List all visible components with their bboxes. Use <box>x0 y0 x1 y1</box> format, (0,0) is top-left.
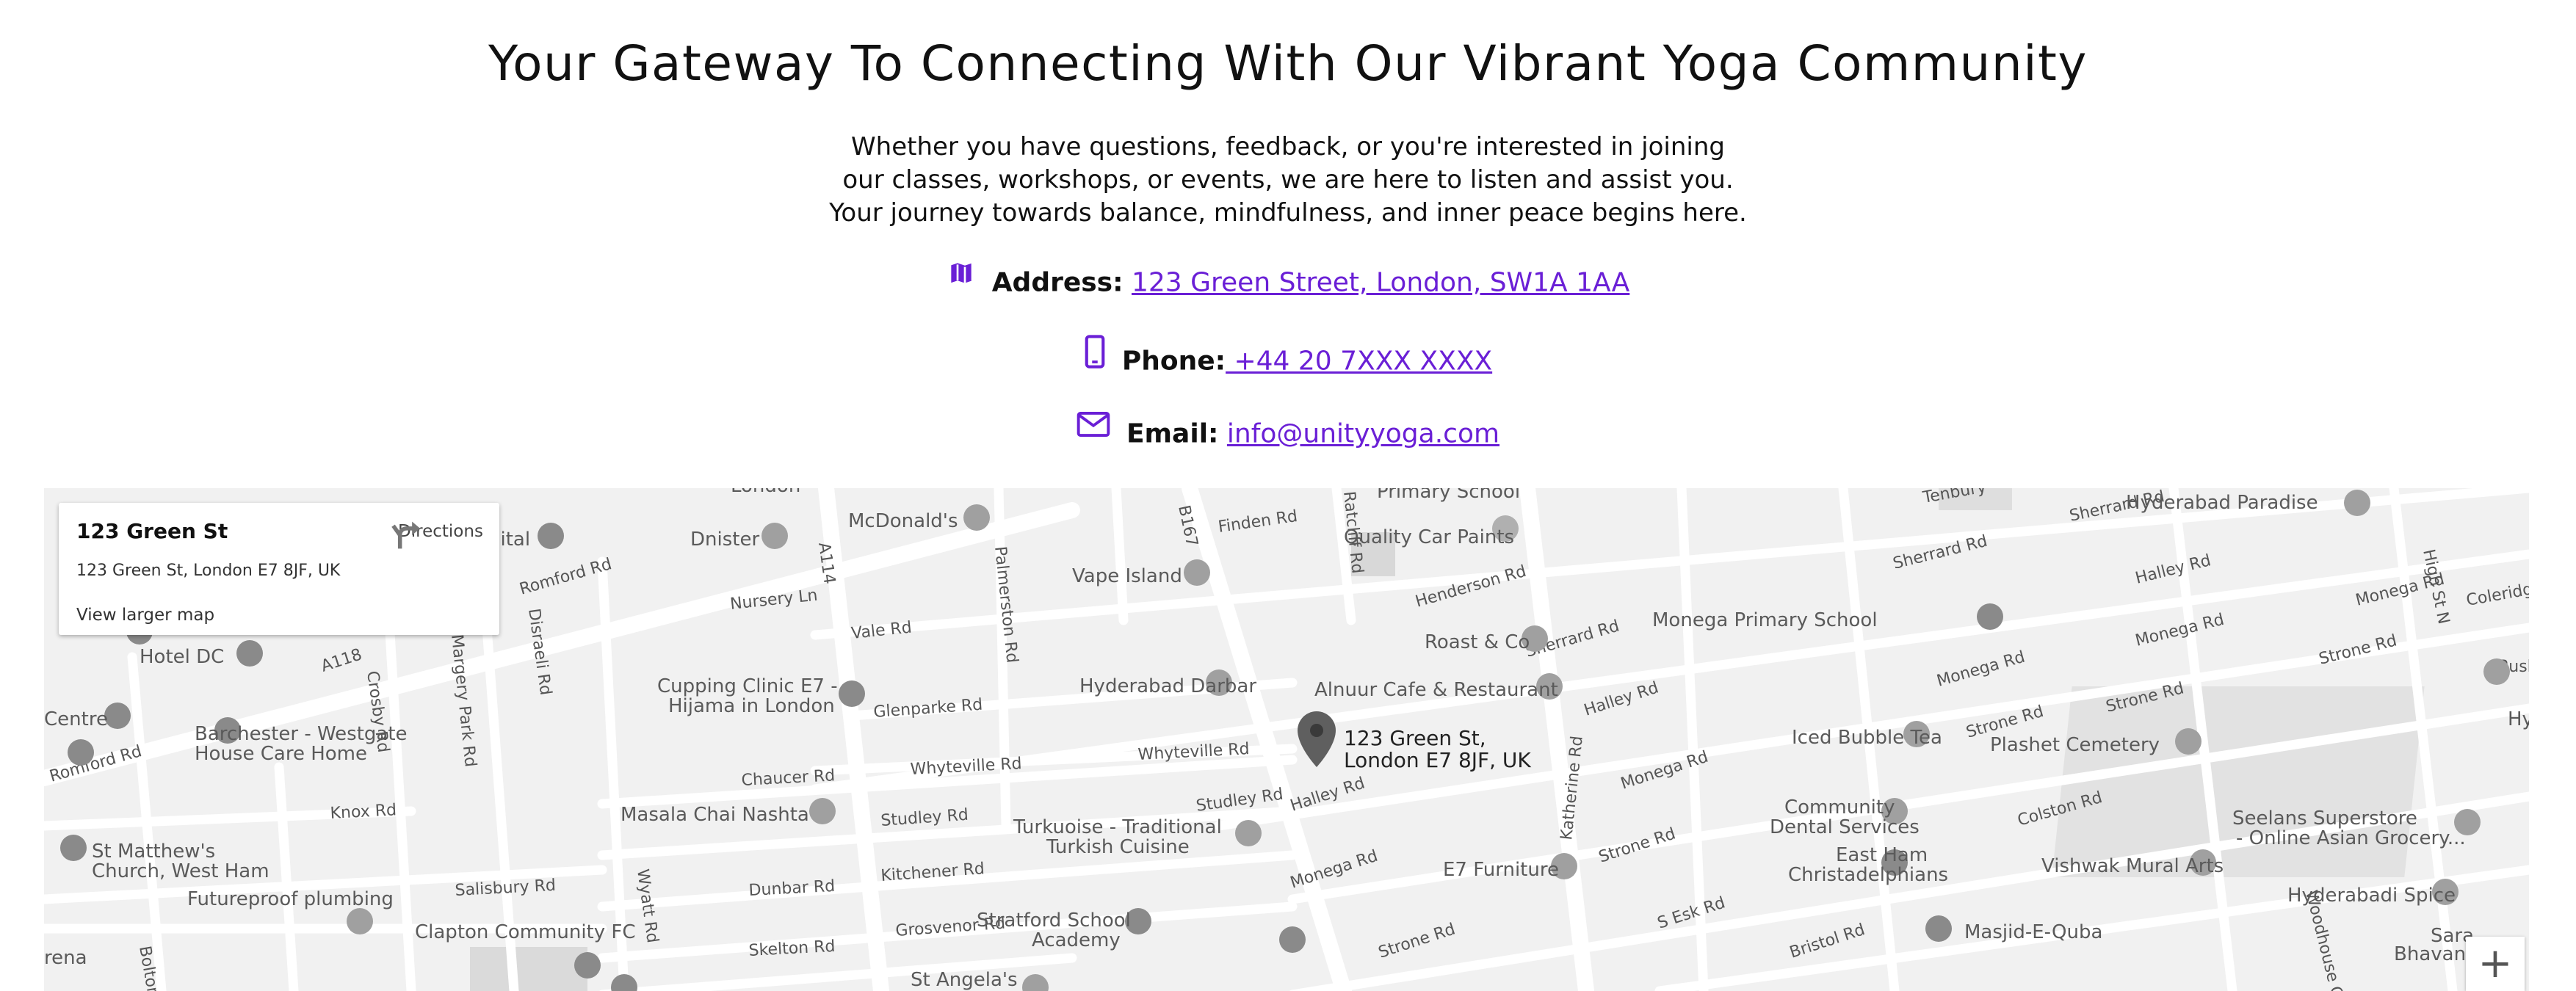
place-pin-icon[interactable] <box>2175 728 2201 755</box>
page-title: Your Gateway To Connecting With Our Vibr… <box>488 35 2088 92</box>
map-label: Monega Primary School <box>1652 609 1878 631</box>
place-pin-icon[interactable] <box>347 908 373 934</box>
map-label: Clapton Community FC <box>415 921 636 943</box>
email-row: Email: info@unityyoga.com <box>0 412 2576 451</box>
map-label: Dnister <box>690 529 759 551</box>
map-label: Alnuur Cafe & Restaurant <box>1314 679 1558 701</box>
map-label: House Care Home <box>195 743 367 765</box>
place-pin-icon[interactable] <box>1279 926 1306 953</box>
map-label: Cupping Clinic E7 - <box>657 675 838 697</box>
map-label: McDonald's <box>848 510 958 532</box>
map-label: Hyderabadi Spice <box>2287 885 2456 907</box>
map-label: Academy <box>1032 929 1121 951</box>
map-label: Hyderabad Paradise <box>2126 492 2318 514</box>
map-label: Barchester - Westgate <box>195 723 408 745</box>
map-label: Plashet Cemetery <box>1990 734 2160 756</box>
place-pin-icon[interactable] <box>1925 915 1952 942</box>
place-pin-icon[interactable] <box>761 523 788 549</box>
map-label: Primary School <box>1377 488 1520 503</box>
phone-icon <box>1084 335 1106 375</box>
map-label: Church, West Ham <box>92 860 269 882</box>
map-label: Turkish Cuisine <box>1046 836 1190 858</box>
map-label: Centre <box>44 708 108 730</box>
map-label: Vape Island <box>1072 565 1182 587</box>
marker-label: London E7 8JF, UK <box>1344 748 1531 772</box>
place-pin-icon[interactable] <box>1977 603 2003 630</box>
map-label: Dental Services <box>1770 816 1920 838</box>
mail-icon <box>1077 411 1110 444</box>
map-label: St Matthew's <box>92 841 215 863</box>
map-label: Knox Rd <box>330 801 397 823</box>
email-label: Email: <box>1126 418 1219 449</box>
phone-row: Phone: +44 20 7XXX XXXX <box>0 335 2576 382</box>
map-label: Iced Bubble Tea <box>1792 727 1942 749</box>
intro-line: our classes, workshops, or events, we ar… <box>842 165 1734 195</box>
map-label: Masjid-E-Quba <box>1964 921 2102 943</box>
intro-line: Whether you have questions, feedback, or… <box>851 132 1725 161</box>
map-label: - Online Asian Grocery... <box>2236 827 2466 849</box>
place-pin-icon[interactable] <box>1310 724 1323 737</box>
place-pin-icon[interactable] <box>538 523 564 549</box>
place-pin-icon[interactable] <box>2483 658 2510 685</box>
place-pin-icon[interactable] <box>236 640 263 667</box>
place-pin-icon[interactable] <box>839 680 865 707</box>
map-label: Stratford School <box>977 910 1131 932</box>
place-pin-icon[interactable] <box>2344 490 2370 516</box>
view-larger-map-link[interactable]: View larger map <box>76 606 214 625</box>
map-label: Turkuoise - Traditional <box>1013 816 1222 838</box>
map-label: Futureproof plumbing <box>187 888 394 910</box>
map-label: Vishwak Mural Arts <box>2041 855 2224 877</box>
map-label: London <box>731 488 800 497</box>
place-pin-icon[interactable] <box>963 504 990 531</box>
phone-link[interactable]: +44 20 7XXX XXXX <box>1226 346 1492 377</box>
map-label: Community <box>1784 796 1895 818</box>
map-label: Seelans Superstore <box>2232 807 2417 830</box>
directions-button[interactable]: Directions <box>389 519 492 549</box>
place-pin-icon[interactable] <box>1184 559 1210 586</box>
email-link[interactable]: info@unityyoga.com <box>1227 419 1499 449</box>
map-label: Quality Car Paints <box>1344 526 1514 548</box>
map-label: Hotel DC <box>140 646 224 668</box>
map-label: E7 Furniture <box>1443 859 1559 881</box>
map-label: Christadelphians <box>1788 864 1948 886</box>
zoom-in-button[interactable]: + <box>2466 937 2525 991</box>
embedded-map[interactable]: Romford Rd Romford Rd A114 A118 B167 Fin… <box>44 488 2529 991</box>
place-address: 123 Green St, London E7 8JF, UK <box>76 562 341 580</box>
map-info-card: 123 Green St 123 Green St, London E7 8JF… <box>59 503 499 635</box>
map-label: Hyderabad Darbar <box>1079 675 1256 697</box>
place-pin-icon[interactable] <box>68 739 94 766</box>
map-label: St Angela's <box>911 969 1018 991</box>
place-pin-icon[interactable] <box>60 835 87 861</box>
map-label: rena <box>44 947 87 969</box>
map-label: Masala Chai Nashta <box>621 804 809 826</box>
map-label: Hijama in London <box>668 695 835 717</box>
phone-label: Phone: <box>1121 346 1226 377</box>
map-icon <box>947 258 976 294</box>
place-pin-icon[interactable] <box>574 952 601 979</box>
map-label: East Ham <box>1836 844 1928 866</box>
intro-text: Whether you have questions, feedback, or… <box>0 131 2576 230</box>
map-label: Roast & Co <box>1425 631 1530 653</box>
place-pin-icon[interactable] <box>104 703 131 729</box>
map-label: Hy <box>2508 708 2529 730</box>
address-row: Address: 123 Green Street, London, SW1A … <box>0 261 2576 302</box>
address-label: Address: <box>991 267 1124 298</box>
address-link[interactable]: 123 Green Street, London, SW1A 1AA <box>1132 268 1629 298</box>
intro-line: Your journey towards balance, mindfulnes… <box>829 198 1747 228</box>
marker-label: 123 Green St, <box>1344 726 1486 750</box>
place-pin-icon[interactable] <box>1235 820 1262 846</box>
place-name: 123 Green St <box>76 519 228 543</box>
place-pin-icon[interactable] <box>809 798 836 824</box>
